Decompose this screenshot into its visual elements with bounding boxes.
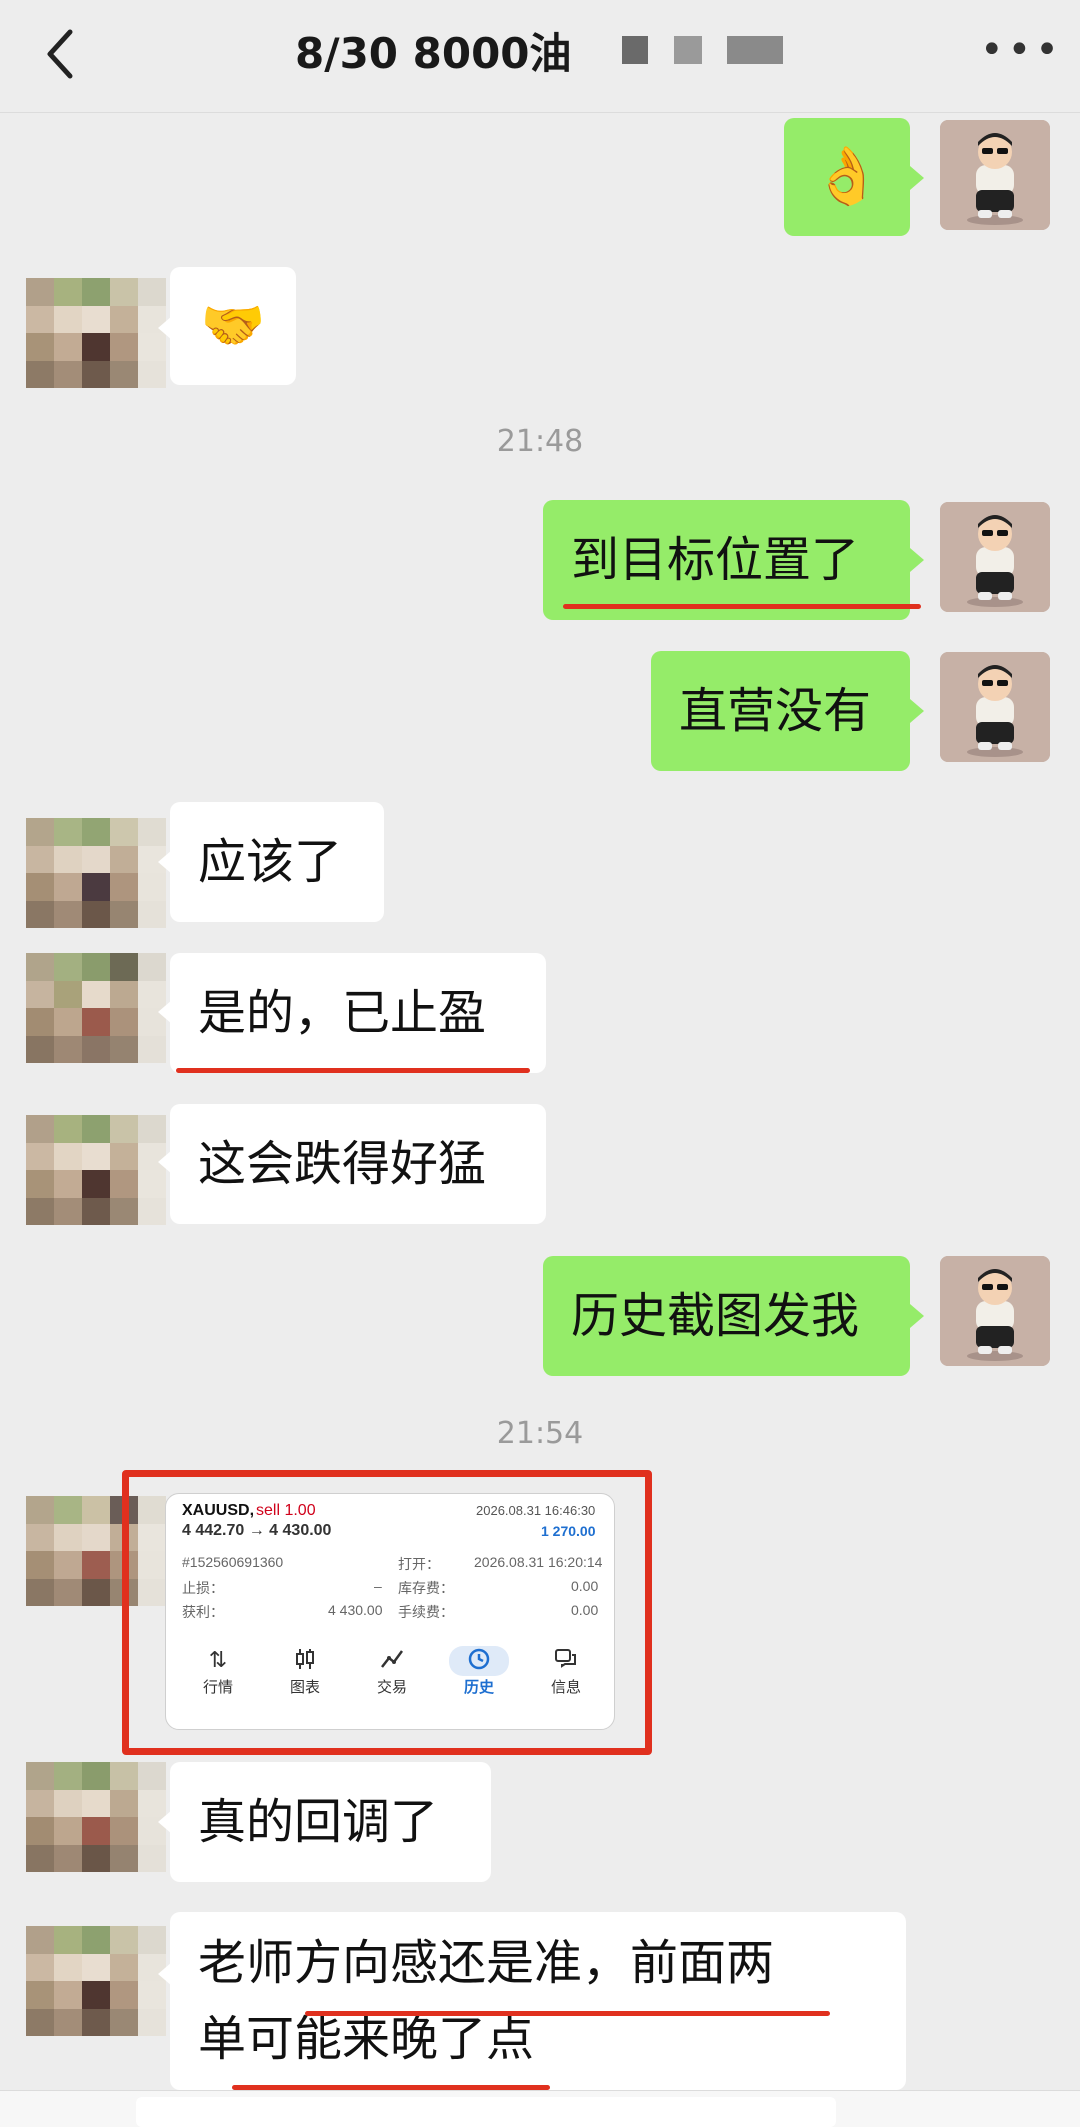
message-bubble-mine[interactable]: 👌	[784, 118, 910, 236]
message-bubble-mine[interactable]: 历史截图发我	[543, 1256, 910, 1376]
trade-profit: 1 270.00	[541, 1523, 596, 1539]
chat-header: 8/30 8000油 •••	[0, 0, 1080, 113]
message-text-line1: 老师方向感还是准，前面两	[198, 1935, 775, 1991]
message-bubble-theirs[interactable]: 应该了	[170, 802, 384, 922]
message-bubble-mine[interactable]: 直营没有	[651, 651, 910, 771]
tp-value: 4 430.00	[328, 1602, 383, 1618]
my-avatar[interactable]	[940, 502, 1050, 612]
cartoon-avatar-icon	[940, 502, 1050, 612]
fee-value: 0.00	[571, 1602, 599, 1618]
message-text: 这会跌得好猛	[198, 1136, 487, 1192]
message-text: 到目标位置了	[571, 532, 860, 588]
nav-quotes[interactable]: ⇅ 行情	[188, 1646, 248, 1697]
chat-bubbles-icon	[536, 1646, 596, 1676]
redaction-block	[622, 36, 648, 64]
chat-title: 8/30 8000油	[295, 29, 572, 78]
swap-label: 库存费：	[398, 1580, 454, 1596]
message-text: 历史截图发我	[571, 1288, 860, 1344]
sl-value: –	[374, 1578, 382, 1594]
cartoon-avatar-icon	[940, 120, 1050, 230]
message-bubble-theirs[interactable]: 是的，已止盈	[170, 953, 546, 1073]
tp-label: 获利：	[182, 1604, 224, 1620]
message-bubble-theirs[interactable]: 🤝	[170, 267, 296, 385]
arrows-up-down-icon: ⇅	[208, 1647, 228, 1672]
cartoon-avatar-icon	[940, 1256, 1050, 1366]
redaction-block	[674, 36, 702, 64]
contact-avatar[interactable]	[26, 818, 166, 928]
more-horizontal-icon[interactable]: •••	[980, 30, 1063, 70]
bubble-tail	[910, 1304, 924, 1328]
trade-side: sell 1.00	[256, 1502, 316, 1519]
redaction-block	[727, 36, 783, 64]
trade-prices: 4 442.70 → 4 430.00	[182, 1522, 332, 1539]
contact-avatar[interactable]	[26, 278, 166, 388]
sl-label: 止损：	[182, 1580, 224, 1596]
my-avatar[interactable]	[940, 1256, 1050, 1366]
contact-avatar[interactable]	[26, 953, 166, 1063]
my-avatar[interactable]	[940, 652, 1050, 762]
ok-hand-emoji: 👌	[812, 144, 882, 209]
timestamp: 21:54	[496, 1416, 584, 1451]
order-id: #152560691360	[182, 1554, 284, 1570]
candlestick-icon	[275, 1646, 335, 1676]
bubble-tail	[910, 166, 924, 190]
message-text: 是的，已止盈	[198, 985, 487, 1041]
fee-label: 手续费：	[398, 1604, 454, 1620]
nav-history[interactable]: 历史	[449, 1646, 509, 1697]
nav-chart[interactable]: 图表	[275, 1646, 335, 1697]
message-bubble-mine[interactable]: 到目标位置了	[543, 500, 910, 620]
contact-avatar[interactable]	[26, 1115, 166, 1225]
my-avatar[interactable]	[940, 120, 1050, 230]
history-clock-icon	[449, 1646, 509, 1676]
trade-symbol: XAUUSD,	[182, 1502, 255, 1519]
contact-avatar[interactable]	[26, 1926, 166, 2036]
handshake-emoji: 🤝	[200, 296, 266, 356]
annotation-underline	[176, 1068, 530, 1073]
annotation-underline	[563, 604, 921, 609]
cartoon-avatar-icon	[940, 652, 1050, 762]
input-bar	[0, 2090, 1080, 2127]
message-bubble-theirs[interactable]: 真的回调了	[170, 1762, 491, 1882]
trend-line-icon	[362, 1646, 422, 1676]
bubble-tail	[910, 548, 924, 572]
bubble-tail	[910, 699, 924, 723]
swap-value: 0.00	[571, 1578, 599, 1594]
annotation-underline	[305, 2011, 830, 2016]
nav-messages[interactable]: 信息	[536, 1646, 596, 1697]
message-text: 真的回调了	[198, 1794, 439, 1850]
nav-trade[interactable]: 交易	[362, 1646, 422, 1697]
message-bubble-theirs[interactable]: 这会跌得好猛	[170, 1104, 546, 1224]
message-input[interactable]	[136, 2097, 836, 2127]
message-text: 直营没有	[679, 683, 872, 739]
open-label: 打开：	[398, 1556, 440, 1572]
chevron-left-icon[interactable]	[40, 24, 90, 84]
close-time: 2026.08.31 16:46:30	[476, 1503, 596, 1518]
timestamp: 21:48	[496, 424, 584, 459]
message-text: 应该了	[198, 834, 343, 890]
trade-history-screenshot[interactable]: XAUUSD, sell 1.00 2026.08.31 16:46:30 4 …	[165, 1493, 615, 1730]
message-bubble-theirs[interactable]: 老师方向感还是准，前面两 单可能来晚了点	[170, 1912, 906, 2090]
contact-avatar[interactable]	[26, 1762, 166, 1872]
open-time: 2026.08.31 16:20:14	[474, 1554, 603, 1570]
